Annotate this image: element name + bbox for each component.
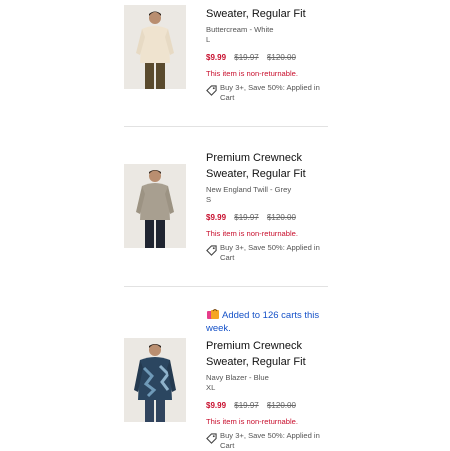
list-price: $120.00: [266, 213, 296, 222]
product-image[interactable]: [124, 5, 186, 89]
model-photo: [124, 164, 186, 248]
promo-text: Buy 3+, Save 50%: Applied in Cart: [206, 243, 330, 263]
product-title[interactable]: Premium Crewneck Sweater, Regular Fit: [206, 338, 330, 370]
divider: [124, 286, 328, 287]
list-price: $120.00: [266, 401, 296, 410]
product-image[interactable]: [124, 164, 186, 248]
price-row: $9.99 $19.97 $120.00: [206, 401, 330, 411]
price-row: $9.99 $19.97 $120.00: [206, 53, 330, 63]
product-size: S: [206, 195, 212, 204]
model-photo: [124, 5, 186, 89]
divider: [124, 126, 328, 127]
product-size: L: [206, 35, 211, 44]
non-returnable-notice: This item is non-returnable.: [206, 229, 299, 238]
original-price: $19.97: [234, 213, 259, 222]
popularity-text: Added to 126 carts this week.: [206, 310, 320, 334]
tag-icon: [206, 245, 217, 256]
cart-item: Premium Crewneck Sweater, Regular Fit Ne…: [124, 148, 328, 268]
cart-item: Sweater, Regular Fit Buttercream - White…: [124, 0, 328, 110]
popularity-badge: Added to 126 carts this week.: [206, 308, 330, 335]
non-returnable-notice: This item is non-returnable.: [206, 417, 299, 426]
list-price: $120.00: [266, 53, 296, 62]
sale-price: $9.99: [206, 53, 227, 62]
sale-price: $9.99: [206, 213, 227, 222]
promo-label: Buy 3+, Save 50%: Applied in Cart: [220, 431, 320, 450]
promo-label: Buy 3+, Save 50%: Applied in Cart: [220, 83, 320, 102]
cart-item: Premium Crewneck Sweater, Regular Fit Na…: [124, 338, 328, 450]
promo-label: Buy 3+, Save 50%: Applied in Cart: [220, 243, 320, 262]
product-variant: Navy Blazer - Blue: [206, 373, 269, 382]
product-variant: New England Twill - Grey: [206, 185, 292, 194]
non-returnable-notice: This item is non-returnable.: [206, 69, 299, 78]
product-title[interactable]: Premium Crewneck Sweater, Regular Fit: [206, 150, 330, 182]
sale-price: $9.99: [206, 401, 227, 410]
price-row: $9.99 $19.97 $120.00: [206, 213, 330, 223]
product-size: XL: [206, 383, 216, 392]
original-price: $19.97: [234, 401, 259, 410]
promo-text: Buy 3+, Save 50%: Applied in Cart: [206, 83, 330, 103]
product-title[interactable]: Sweater, Regular Fit: [206, 6, 330, 22]
product-image[interactable]: [124, 338, 186, 422]
tag-icon: [206, 85, 217, 96]
product-variant: Buttercream - White: [206, 25, 274, 34]
original-price: $19.97: [234, 53, 259, 62]
shopping-bags-icon: [207, 309, 219, 319]
tag-icon: [206, 433, 217, 444]
model-photo: [124, 338, 186, 422]
promo-text: Buy 3+, Save 50%: Applied in Cart: [206, 431, 330, 451]
